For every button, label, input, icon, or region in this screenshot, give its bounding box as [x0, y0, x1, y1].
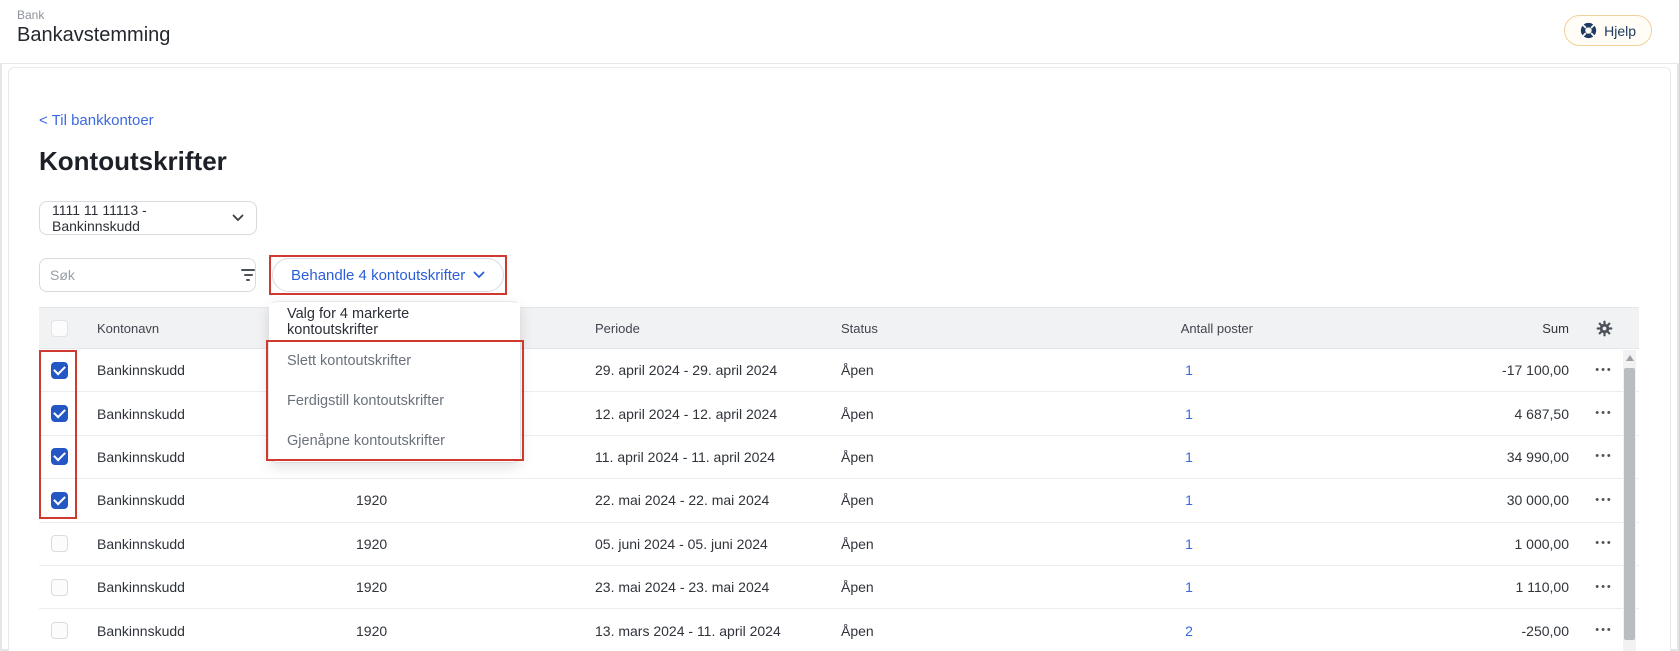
- scrollbar-up-button[interactable]: [1625, 355, 1634, 361]
- cell-kontonavn: Bankinnskudd: [97, 579, 185, 596]
- account-select[interactable]: 1111 11 11113 - Bankinnskudd: [39, 201, 257, 235]
- page-title: Kontoutskrifter: [39, 146, 227, 176]
- cell-status: Åpen: [841, 492, 874, 509]
- search-input[interactable]: [40, 267, 241, 283]
- app-title: Bankavstemming: [17, 24, 171, 46]
- cell-konto: 1920: [356, 579, 388, 596]
- cell-sum: 4 687,50: [1514, 405, 1570, 422]
- antall-poster-link[interactable]: 1: [1185, 492, 1193, 508]
- chevron-down-icon: [232, 214, 244, 222]
- scrollbar-thumb[interactable]: [1624, 368, 1635, 640]
- cell-periode: 23. mai 2024 - 23. mai 2024: [595, 579, 770, 596]
- column-header-status[interactable]: Status: [829, 321, 1089, 336]
- cell-periode: 13. mars 2024 - 11. april 2024: [595, 622, 781, 639]
- cell-status: Åpen: [841, 362, 874, 379]
- dropdown-menu-header: Valg for 4 markerte kontoutskrifter: [269, 303, 520, 341]
- search-box: [39, 258, 256, 292]
- row-actions-menu-icon[interactable]: •••: [1595, 538, 1613, 549]
- table-row[interactable]: Bankinnskudd 1920 13. mars 2024 - 11. ap…: [39, 609, 1639, 651]
- antall-poster-link[interactable]: 1: [1185, 536, 1193, 552]
- cell-status: Åpen: [841, 448, 874, 465]
- cell-kontonavn: Bankinnskudd: [97, 535, 185, 552]
- antall-poster-link[interactable]: 1: [1185, 579, 1193, 595]
- annotation-box-bulk-button: Behandle 4 kontoutskrifter: [269, 255, 508, 295]
- row-checkbox[interactable]: [50, 535, 68, 553]
- cell-periode: 22. mai 2024 - 22. mai 2024: [595, 492, 770, 509]
- menu-item-gjenapne-kontoutskrifter[interactable]: Gjenåpne kontoutskrifter: [269, 421, 520, 461]
- cell-status: Åpen: [841, 535, 874, 552]
- antall-poster-link[interactable]: 1: [1185, 449, 1193, 465]
- row-actions-menu-icon[interactable]: •••: [1595, 364, 1613, 376]
- cell-konto: 1920: [356, 492, 388, 509]
- cell-sum: 34 990,00: [1506, 448, 1569, 465]
- row-actions-menu-icon[interactable]: •••: [1595, 494, 1613, 506]
- cell-periode: 29. april 2024 - 29. april 2024: [595, 362, 778, 379]
- gear-icon[interactable]: [1596, 320, 1613, 337]
- row-checkbox[interactable]: [50, 361, 68, 379]
- row-checkbox[interactable]: [50, 578, 68, 596]
- row-actions-menu-icon[interactable]: •••: [1595, 451, 1613, 462]
- cell-periode: 11. april 2024 - 11. april 2024: [595, 448, 776, 465]
- cell-konto: 1920: [356, 535, 388, 552]
- cell-periode: 05. juni 2024 - 05. juni 2024: [595, 535, 768, 552]
- column-header-sum[interactable]: Sum: [1289, 321, 1569, 336]
- content-card: < Til bankkontoer Kontoutskrifter 1111 1…: [8, 67, 1671, 651]
- antall-poster-link[interactable]: 1: [1185, 406, 1193, 422]
- cell-sum: 30 000,00: [1506, 492, 1569, 509]
- app-section-label: Bank: [17, 8, 45, 22]
- table-row[interactable]: Bankinnskudd 1920 23. mai 2024 - 23. mai…: [39, 565, 1639, 610]
- row-checkbox[interactable]: [50, 491, 68, 509]
- row-checkbox[interactable]: [50, 622, 68, 640]
- cell-sum: 1 000,00: [1514, 535, 1570, 552]
- bulk-actions-dropdown-menu: Valg for 4 markerte kontoutskrifter Slet…: [269, 302, 520, 462]
- row-actions-menu-icon[interactable]: •••: [1595, 408, 1613, 419]
- cell-kontonavn: Bankinnskudd: [97, 492, 185, 509]
- cell-sum: 1 110,00: [1515, 579, 1569, 596]
- cell-status: Åpen: [841, 405, 874, 422]
- scrollbar-track[interactable]: [1623, 350, 1636, 651]
- table-row[interactable]: Bankinnskudd 1920 22. mai 2024 - 22. mai…: [39, 479, 1639, 523]
- topbar: Bank Bankavstemming Hjelp: [0, 0, 1679, 64]
- bulk-actions-button-label: Behandle 4 kontoutskrifter: [291, 266, 466, 284]
- bankavstemming-page: Bank Bankavstemming Hjelp < Til bankkont…: [0, 0, 1679, 651]
- antall-poster-link[interactable]: 1: [1185, 362, 1193, 378]
- cell-sum: -17 100,00: [1502, 362, 1569, 379]
- help-button-label: Hjelp: [1604, 22, 1636, 39]
- column-header-periode[interactable]: Periode: [589, 321, 829, 336]
- filter-icon[interactable]: [241, 259, 255, 291]
- menu-item-ferdigstill-kontoutskrifter[interactable]: Ferdigstill kontoutskrifter: [269, 381, 520, 421]
- row-actions-menu-icon[interactable]: •••: [1595, 581, 1613, 593]
- cell-status: Åpen: [841, 579, 874, 596]
- cell-status: Åpen: [841, 622, 874, 639]
- cell-konto: 1920: [356, 622, 388, 639]
- cell-periode: 12. april 2024 - 12. april 2024: [595, 405, 778, 422]
- toolbar: Behandle 4 kontoutskrifter: [39, 255, 1670, 295]
- account-select-value: 1111 11 11113 - Bankinnskudd: [52, 202, 147, 234]
- chevron-down-icon: [473, 271, 485, 279]
- table-row[interactable]: Bankinnskudd 1920 05. juni 2024 - 05. ju…: [39, 522, 1639, 566]
- cell-kontonavn: Bankinnskudd: [97, 622, 185, 639]
- lifebuoy-icon: [1580, 22, 1597, 39]
- column-header-antall-poster[interactable]: Antall poster: [1089, 321, 1289, 336]
- row-checkbox[interactable]: [50, 405, 68, 423]
- back-to-bank-accounts-link[interactable]: < Til bankkontoer: [39, 112, 154, 129]
- row-checkbox[interactable]: [50, 448, 68, 466]
- row-actions-menu-icon[interactable]: •••: [1595, 625, 1613, 636]
- bulk-actions-button[interactable]: Behandle 4 kontoutskrifter: [272, 258, 505, 292]
- help-button[interactable]: Hjelp: [1564, 15, 1652, 46]
- menu-item-slett-kontoutskrifter[interactable]: Slett kontoutskrifter: [269, 341, 520, 381]
- antall-poster-link[interactable]: 2: [1185, 623, 1193, 639]
- cell-sum: -250,00: [1521, 622, 1569, 639]
- select-all-checkbox[interactable]: [50, 319, 68, 337]
